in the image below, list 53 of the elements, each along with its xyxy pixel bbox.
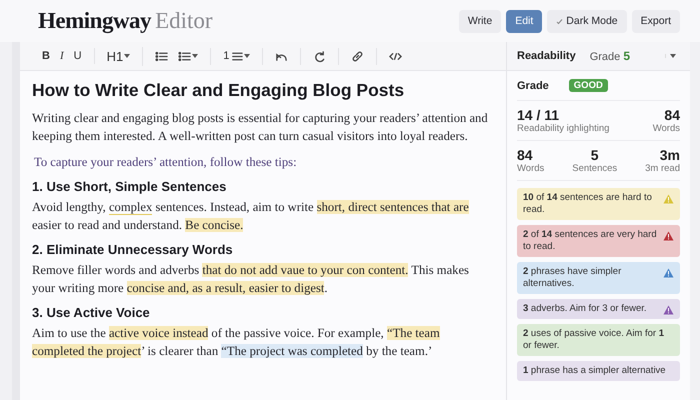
paragraph: Avoid lengthy, complex sentences. Instead, aim to write short, direct sentences that are easier to read and understand. Be concise. (32, 199, 470, 234)
suggestion-text: 2 uses of passive voice. Aim for 1 or fewer. (523, 328, 666, 352)
caret-icon (244, 54, 250, 58)
caret-icon (670, 54, 676, 58)
italic-button[interactable]: I (56, 48, 68, 64)
bulleted-list-icon (155, 50, 168, 62)
stat-label: Sentences (572, 163, 618, 174)
bulleted-list-icon (178, 50, 192, 62)
stat-value: 5 (590, 147, 599, 163)
stat-value: 14 / 11 (517, 107, 560, 123)
header-button[interactable]: Dark Mode (547, 10, 627, 32)
redo-icon (313, 50, 326, 62)
numbered-list-button[interactable]: 1 (219, 48, 254, 64)
stat-value: 84 (664, 107, 680, 123)
stat-label: 3m read (645, 163, 680, 174)
stat-label: Words (652, 123, 680, 134)
grade-label: Grade (517, 80, 549, 92)
section-heading: 3. Use Active Voice (32, 305, 151, 320)
suggestion-text: 10 of 14 sentences are hard to read. (523, 192, 653, 216)
warning-icon (663, 231, 674, 241)
paragraph: Aim to use the active voice instead of the passive voice. For example, “The team completed the project’ is clearer than “The project was completed by the team.’ (32, 325, 441, 360)
panel-title: Readability (517, 50, 576, 62)
stat-value: 3m (660, 147, 680, 163)
header-button[interactable]: Edit (506, 10, 542, 32)
grade-badge: GOOD (568, 79, 608, 92)
suggestion-text: 2 of 14 sentences are very hard to read. (523, 229, 658, 253)
header-button[interactable]: Write (458, 10, 502, 32)
section-heading: 1. Use Short, Simple Sentences (32, 179, 228, 194)
check-icon (556, 18, 564, 24)
stat-label: Readability ighlighting (517, 123, 610, 134)
suggestion-text: 3 adverbs. Aim for 3 or fewer. (523, 303, 647, 315)
bold-button[interactable]: B (38, 48, 54, 64)
warning-icon (663, 268, 674, 278)
underline-button[interactable]: U (70, 48, 86, 64)
list-lines-icon (230, 50, 244, 62)
section-heading: 2. Eliminate Unnecessary Words (32, 242, 234, 257)
caret-icon (124, 54, 130, 58)
suggestion-text: 1 phrase has a simpler alternative (523, 365, 666, 377)
logo: Hemingway Editor (38, 8, 214, 34)
caret-icon (192, 54, 198, 58)
link-icon (351, 50, 364, 62)
paragraph: To capture your readers’ attention, follow these tips: (33, 154, 298, 171)
suggestion-text: 2 phrases have simpler alternatives. (523, 266, 622, 290)
paragraph: Writing clear and engaging blog posts is essential for capturing your readers’ attention and keeping them interested. A well-written post can turn casual visitors into loyal readers. (32, 110, 489, 145)
header-button[interactable]: Export (632, 10, 680, 32)
document-title: How to Write Clear and Engaging Blog Posts (32, 80, 406, 101)
warning-icon (663, 194, 674, 204)
grade-label: Grade 5 (590, 49, 630, 63)
stat-label: Words (517, 163, 544, 174)
heading-button[interactable]: H1 (102, 46, 134, 66)
stat-value: 84 (517, 147, 533, 163)
paragraph: Remove filler words and adverbs that do not add vaue to your con content. This makes your writing more concise and, as a result, easier to digest. (32, 262, 470, 297)
warning-icon (663, 305, 674, 315)
